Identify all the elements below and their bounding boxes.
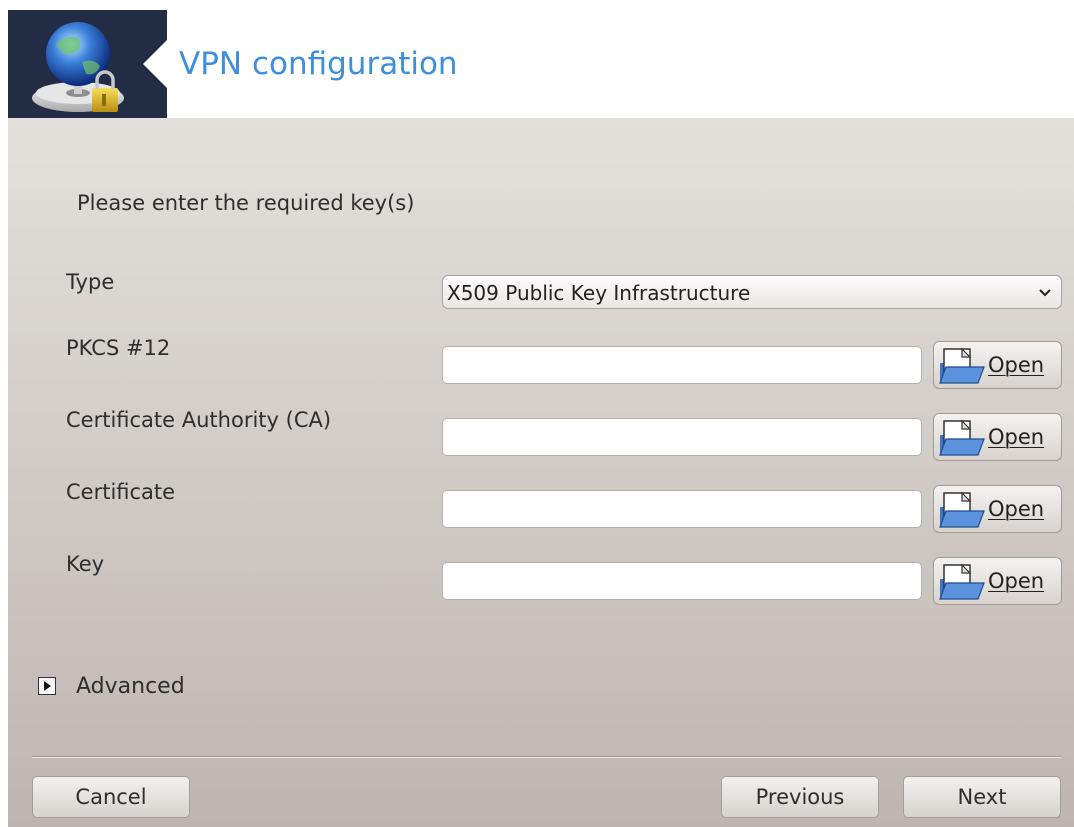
vpn-configuration-window: VPN configuration Please enter the requi… (8, 10, 1074, 827)
separator (32, 756, 1062, 758)
key-open-button[interactable]: Open (933, 557, 1062, 605)
key-label: Key (66, 552, 105, 576)
logo-area (8, 10, 167, 118)
advanced-label: Advanced (76, 674, 185, 699)
previous-button[interactable]: Previous (721, 776, 879, 818)
chevron-down-icon (1039, 289, 1051, 297)
expander-box (38, 677, 56, 695)
header: VPN configuration (8, 10, 1074, 118)
type-label: Type (66, 270, 115, 294)
type-select-value: X509 Public Key Infrastructure (447, 281, 751, 305)
certificate-open-button[interactable]: Open (933, 485, 1062, 533)
open-file-icon (939, 491, 985, 528)
ca-label: Certificate Authority (CA) (66, 408, 332, 432)
certificate-field[interactable] (442, 490, 922, 528)
instruction-text: Please enter the required key(s) (77, 191, 415, 215)
open-button-label: Open (988, 569, 1045, 593)
pkcs12-field[interactable] (442, 346, 922, 384)
pkcs12-label: PKCS #12 (66, 336, 171, 360)
ca-open-button[interactable]: Open (933, 413, 1062, 461)
page-title: VPN configuration (179, 46, 458, 82)
wizard-panel: Please enter the required key(s) Type X5… (8, 118, 1074, 827)
cancel-button[interactable]: Cancel (32, 776, 190, 818)
open-button-label: Open (988, 425, 1045, 449)
open-file-icon (939, 419, 985, 456)
next-button[interactable]: Next (903, 776, 1061, 818)
key-field[interactable] (442, 562, 922, 600)
open-button-label: Open (988, 497, 1045, 521)
ca-field[interactable] (442, 418, 922, 456)
pkcs12-open-button[interactable]: Open (933, 341, 1062, 389)
type-select[interactable]: X509 Public Key Infrastructure (442, 275, 1062, 309)
open-file-icon (939, 347, 985, 384)
open-button-label: Open (988, 353, 1045, 377)
header-notch (143, 40, 167, 88)
open-file-icon (939, 563, 985, 600)
triangle-right-icon (44, 681, 51, 691)
certificate-label: Certificate (66, 480, 176, 504)
